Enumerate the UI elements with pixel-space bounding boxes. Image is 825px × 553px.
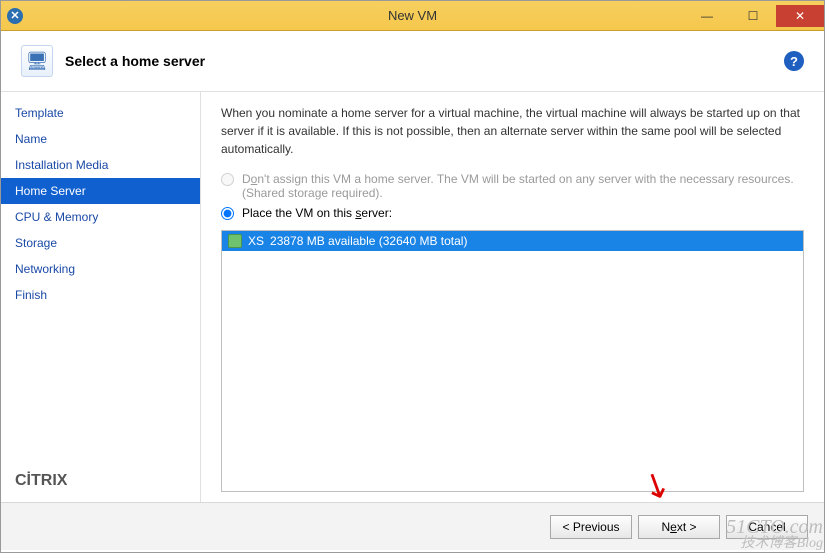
wizard-steps-sidebar: Template Name Installation Media Home Se… <box>1 92 201 502</box>
step-name[interactable]: Name <box>1 126 200 152</box>
next-button[interactable]: Next > <box>638 515 720 539</box>
step-finish[interactable]: Finish <box>1 282 200 308</box>
main-panel: When you nominate a home server for a vi… <box>201 92 824 502</box>
option-place-on-server-label: Place the VM on this server: <box>242 206 804 220</box>
server-detail: 23878 MB available (32640 MB total) <box>270 234 467 248</box>
help-icon[interactable]: ? <box>784 51 804 71</box>
wizard-footer: < Previous Next > Cancel <box>1 502 824 550</box>
step-storage[interactable]: Storage <box>1 230 200 256</box>
radio-place-on-server[interactable] <box>221 207 234 220</box>
host-icon <box>228 234 242 248</box>
step-template[interactable]: Template <box>1 100 200 126</box>
step-cpu-memory[interactable]: CPU & Memory <box>1 204 200 230</box>
server-list-item[interactable]: XS 23878 MB available (32640 MB total) <box>222 231 803 251</box>
step-home-server[interactable]: Home Server <box>1 178 200 204</box>
step-networking[interactable]: Networking <box>1 256 200 282</box>
option-no-home-server-label: Don't assign this VM a home server. The … <box>242 172 804 200</box>
page-title: Select a home server <box>65 53 205 69</box>
step-installation-media[interactable]: Installation Media <box>1 152 200 178</box>
description-text: When you nominate a home server for a vi… <box>221 104 804 158</box>
option-place-on-server[interactable]: Place the VM on this server: <box>221 206 804 220</box>
server-name: XS <box>248 234 264 248</box>
server-listbox[interactable]: XS 23878 MB available (32640 MB total) <box>221 230 804 492</box>
server-icon: 🖥 <box>21 45 53 77</box>
maximize-button[interactable]: ☐ <box>730 5 776 27</box>
window-controls: — ☐ ✕ <box>684 5 824 27</box>
radio-no-home-server <box>221 173 234 186</box>
minimize-button[interactable]: — <box>684 5 730 27</box>
system-menu-icon[interactable]: ✕ <box>7 8 23 24</box>
wizard-header: 🖥 Select a home server ? <box>1 31 824 92</box>
citrix-logo: CİTRIX <box>1 472 200 502</box>
titlebar: ✕ New VM — ☐ ✕ <box>1 1 824 31</box>
wizard-body: Template Name Installation Media Home Se… <box>1 92 824 502</box>
previous-button[interactable]: < Previous <box>550 515 632 539</box>
option-no-home-server: Don't assign this VM a home server. The … <box>221 172 804 200</box>
cancel-button[interactable]: Cancel <box>726 515 808 539</box>
close-button[interactable]: ✕ <box>776 5 824 27</box>
